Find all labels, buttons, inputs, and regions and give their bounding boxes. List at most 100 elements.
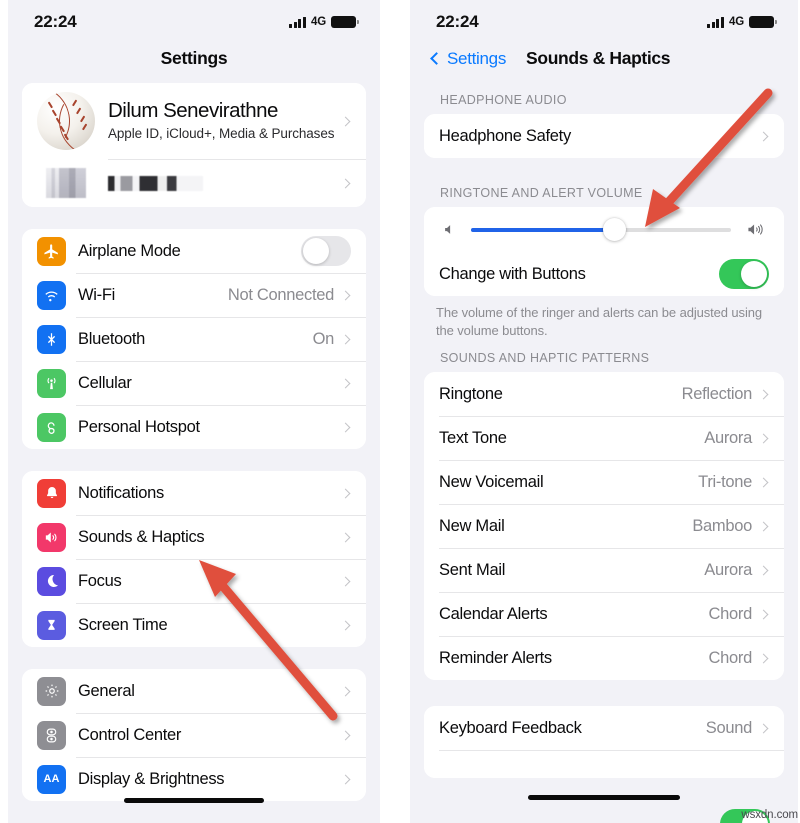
battery-icon [749,15,778,29]
back-button[interactable]: Settings [430,48,507,69]
row-label: Text Tone [439,428,507,447]
change-with-buttons-toggle[interactable] [719,259,769,289]
ringtone-volume-footnote: The volume of the ringer and alerts can … [436,305,763,338]
speaker-low-icon [442,222,457,237]
row-value: Chord [708,604,753,623]
sidebar-item-control-center[interactable]: Control Center [22,713,366,757]
section-header-ringtone-alert-volume: RINGTONE AND ALERT VOLUME [440,186,643,200]
row-calendar-alerts[interactable]: Calendar Alerts Chord [424,592,784,637]
chevron-right-icon [340,488,351,498]
row-value: Bamboo [692,516,752,535]
row-label: Headphone Safety [439,126,571,145]
row-headphone-safety[interactable]: Headphone Safety [424,114,784,158]
speaker-high-icon [745,221,766,238]
chevron-right-icon [758,521,769,532]
notifications-bell-icon [37,478,66,508]
row-ringtone[interactable]: Ringtone Reflection [424,372,784,417]
battery-icon [331,15,360,29]
chevron-right-icon [758,723,769,734]
home-indicator[interactable] [124,798,264,803]
chevron-right-icon [340,686,351,696]
back-button-label: Settings [447,48,507,68]
chevron-right-icon [340,532,351,542]
row-change-with-buttons[interactable]: Change with Buttons [424,252,784,296]
status-time: 22:24 [436,12,479,31]
wifi-icon [37,280,66,310]
headphone-audio-group: Headphone Safety [424,114,784,158]
sidebar-item-wifi[interactable]: Wi-Fi Not Connected [22,273,366,317]
redacted-label [108,175,203,191]
airplane-icon [37,236,66,266]
sidebar-item-sounds-haptics[interactable]: Sounds & Haptics [22,515,366,559]
chevron-right-icon [758,477,769,488]
cellular-signal-icon [707,16,725,28]
chevron-right-icon [758,565,769,576]
chevron-right-icon [758,131,769,141]
sidebar-item-cellular[interactable]: Cellular [22,361,366,405]
sounds-haptics-speaker-icon [37,522,66,552]
row-text-tone[interactable]: Text Tone Aurora [424,416,784,461]
sidebar-item-screen-time[interactable]: Screen Time [22,603,366,647]
bluetooth-icon [37,324,66,354]
chevron-right-icon [758,653,769,664]
section-header-headphone-audio: HEADPHONE AUDIO [440,93,567,107]
row-value: Not Connected [227,285,334,304]
volume-slider-track[interactable] [471,218,731,241]
row-new-mail[interactable]: New Mail Bamboo [424,504,784,549]
chevron-right-icon [340,774,351,784]
row-new-voicemail[interactable]: New Voicemail Tri-tone [424,460,784,505]
row-label: New Mail [439,516,505,535]
chevron-right-icon [758,433,769,444]
row-label: Display & Brightness [78,769,225,788]
row-partial-below[interactable] [424,750,784,779]
chevron-right-icon [340,378,351,388]
ringtone-volume-group: Change with Buttons [424,207,784,296]
row-label: Personal Hotspot [78,417,200,436]
sidebar-item-personal-hotspot[interactable]: Personal Hotspot [22,405,366,449]
row-value: Aurora [704,560,752,579]
screenshot-root: 22:24 4G Settings Dilum Senevirathne App… [0,0,800,823]
notifications-group: Notifications Sounds & Haptics Focus Scr… [22,471,366,647]
airplane-mode-toggle[interactable] [301,236,351,266]
apple-id-row[interactable]: Dilum Senevirathne Apple ID, iCloud+, Me… [22,83,366,159]
row-reminder-alerts[interactable]: Reminder Alerts Chord [424,636,784,681]
control-center-toggles-icon [37,720,66,750]
redacted-account-row[interactable] [22,159,366,207]
row-label: Sent Mail [439,560,506,579]
row-keyboard-feedback[interactable]: Keyboard Feedback Sound [424,706,784,751]
row-sent-mail[interactable]: Sent Mail Aurora [424,548,784,593]
hotspot-icon [37,412,66,442]
row-value: Aurora [704,428,752,447]
baseball-avatar-icon [37,92,95,150]
chevron-right-icon [340,334,351,344]
row-value: Tri-tone [698,472,752,491]
volume-slider-knob[interactable] [602,218,626,241]
connectivity-group: Airplane Mode Wi-Fi Not Connected Blueto… [22,229,366,449]
sidebar-item-bluetooth[interactable]: Bluetooth On [22,317,366,361]
chevron-right-icon [758,389,769,400]
status-indicators: 4G [707,15,778,29]
keyboard-feedback-group: Keyboard Feedback Sound [424,706,784,779]
network-type-label: 4G [311,16,326,28]
home-indicator[interactable] [528,795,680,800]
general-group: General Control Center AA Display & Brig… [22,669,366,801]
right-phone-sounds-haptics-screen: 22:24 4G Settings Sounds & Haptics HEADP… [410,0,798,823]
sidebar-item-airplane-mode[interactable]: Airplane Mode [22,229,366,273]
apple-id-name: Dilum Senevirathne [108,99,278,123]
row-label: Control Center [78,725,182,744]
sidebar-item-general[interactable]: General [22,669,366,713]
row-label: Ringtone [439,384,503,403]
chevron-right-icon [340,576,351,586]
redacted-avatar [46,168,86,198]
row-label: Change with Buttons [439,264,586,283]
nav-bar: Settings Sounds & Haptics [410,44,798,83]
row-label: Notifications [78,483,164,502]
general-gear-icon [37,676,66,706]
cellular-icon [37,368,66,398]
sidebar-item-focus[interactable]: Focus [22,559,366,603]
ringtone-volume-slider-row[interactable] [424,207,784,252]
screen-time-hourglass-icon [37,610,66,640]
sidebar-item-display-brightness[interactable]: AA Display & Brightness [22,757,366,801]
row-label: General [78,681,135,700]
sidebar-item-notifications[interactable]: Notifications [22,471,366,515]
